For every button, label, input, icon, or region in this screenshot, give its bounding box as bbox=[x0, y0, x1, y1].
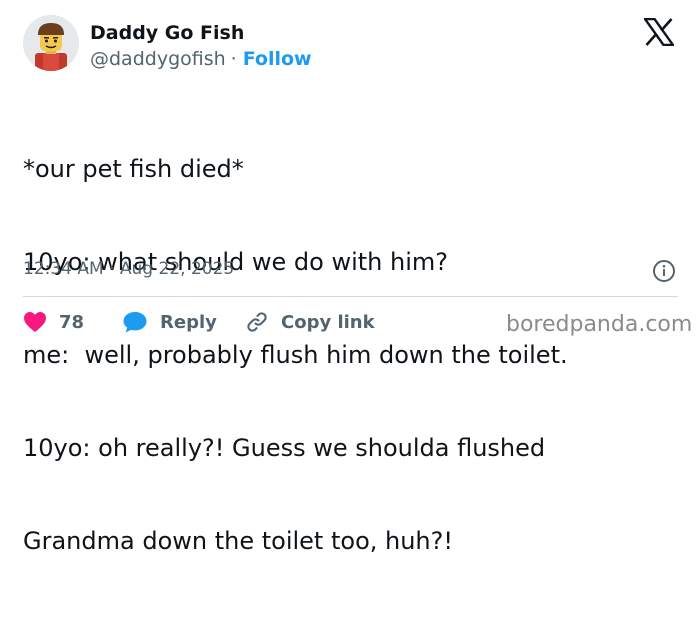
info-icon[interactable] bbox=[652, 259, 676, 283]
tweet-line: me: well, probably flush him down the to… bbox=[23, 341, 568, 369]
lego-minifigure-icon bbox=[23, 15, 79, 71]
divider bbox=[23, 296, 678, 297]
reply-button[interactable]: Reply bbox=[122, 309, 217, 335]
tweet-card: Daddy Go Fish @daddygofish · Follow *our p… bbox=[0, 0, 700, 555]
tweet-line: *our pet fish died* bbox=[23, 155, 244, 183]
reply-label: Reply bbox=[160, 311, 217, 333]
tweet-line: 10yo: oh really?! Guess we shoulda flush… bbox=[23, 434, 546, 462]
user-handle[interactable]: @daddygofish bbox=[90, 48, 226, 70]
heart-icon bbox=[24, 312, 46, 332]
display-name[interactable]: Daddy Go Fish bbox=[90, 22, 244, 44]
separator-dot: · bbox=[230, 48, 237, 70]
like-count: 78 bbox=[59, 311, 85, 333]
timestamp[interactable]: 12:34 AM · Aug 22, 2025 bbox=[23, 259, 234, 279]
like-button[interactable]: 78 bbox=[23, 309, 84, 335]
link-icon bbox=[247, 312, 267, 332]
copy-link-label: Copy link bbox=[281, 311, 375, 333]
tweet-text: *our pet fish died* 10yo: what should we… bbox=[23, 92, 683, 619]
watermark: boredpanda.com bbox=[506, 312, 693, 337]
handle-row: @daddygofish · Follow bbox=[90, 48, 312, 70]
speech-bubble-icon bbox=[123, 312, 147, 333]
avatar[interactable] bbox=[23, 15, 79, 71]
x-logo-icon[interactable] bbox=[644, 18, 674, 46]
copy-link-button[interactable]: Copy link bbox=[245, 309, 375, 335]
tweet-line: Grandma down the toilet too, huh?! bbox=[23, 527, 453, 555]
follow-button[interactable]: Follow bbox=[243, 48, 312, 70]
